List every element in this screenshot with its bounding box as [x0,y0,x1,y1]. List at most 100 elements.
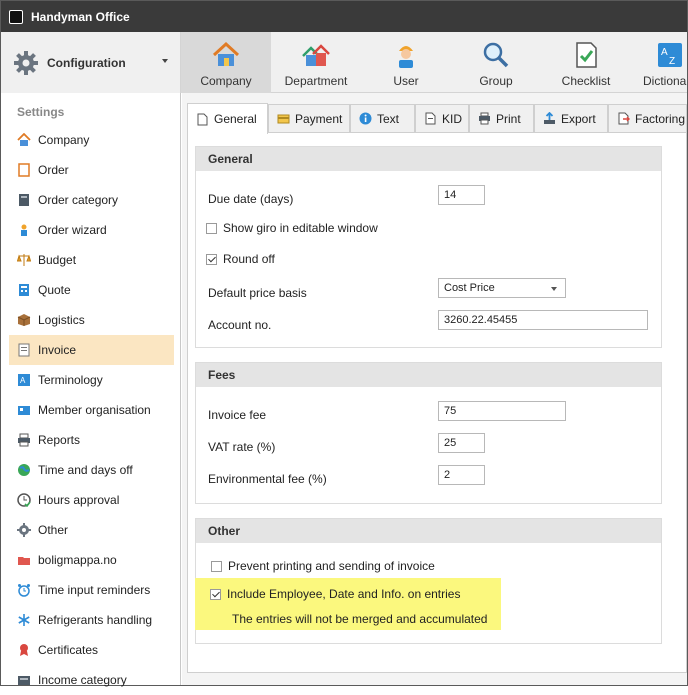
ribbon-tab-company[interactable]: Company [181,32,271,93]
payment-icon [277,114,290,124]
sidebar-item-order[interactable]: Order [9,155,174,185]
checkbox-label: Prevent printing and sending of invoice [228,559,435,573]
environmental-fee-input[interactable]: 2 [438,465,485,485]
tab-label: General [214,112,257,126]
ribbon-tab-user[interactable]: User [361,32,451,93]
settings-sidebar: Settings Company Order Order category Or… [1,93,181,687]
sidebar-item-boligmappa[interactable]: boligmappa.no [9,545,174,575]
invoice-icon [18,343,30,357]
tab-label: Text [377,111,400,126]
tab-factoring[interactable]: Factoring [608,104,687,132]
svg-text:A: A [661,47,668,58]
checkbox-box [210,588,221,600]
ribbon-tab-department[interactable]: Department [271,32,361,93]
sidebar-item-terminology[interactable]: A Terminology [9,365,174,395]
show-giro-checkbox[interactable]: Show giro in editable window [206,221,378,235]
house-icon [17,133,31,146]
clock-check-icon [17,493,31,507]
sidebar-item-time-and-days-off[interactable]: Time and days off [9,455,174,485]
terminology-icon: A [18,374,30,386]
checkbox-label: Show giro in editable window [223,221,378,235]
invoice-fee-input[interactable]: 75 [438,401,566,421]
export-icon [544,112,555,124]
sidebar-item-certificates[interactable]: Certificates [9,635,174,665]
window-title: Handyman Office [31,9,130,24]
round-off-checkbox[interactable]: Round off [206,252,275,266]
account-no-input[interactable]: 3260.22.45455 [438,310,648,330]
checkbox-label: Include Employee, Date and Info. on entr… [227,587,461,601]
sidebar-item-label: Refrigerants handling [38,613,153,627]
sidebar-item-logistics[interactable]: Logistics [9,305,174,335]
ribbon-tab-group[interactable]: Group [451,32,541,93]
ribbon: Configuration Company Department User Gr… [1,32,687,93]
title-bar: Handyman Office [1,1,687,32]
sidebar-item-refrigerants-handling[interactable]: Refrigerants handling [9,605,174,635]
app-window: Handyman Office Configuration Company De… [0,0,688,687]
general-group-heading: General [196,147,661,171]
sidebar-item-label: Certificates [38,643,99,657]
ribbon-tab-dictionary[interactable]: A Z Dictiona [631,32,687,93]
gear-icon [17,523,31,537]
sidebar-item-company[interactable]: Company [9,125,174,155]
include-employee-checkbox[interactable]: Include Employee, Date and Info. on entr… [210,587,460,601]
tab-general[interactable]: General [187,103,268,134]
checkbox-box [206,222,217,234]
vat-rate-input[interactable]: 25 [438,433,485,453]
general-group: General Due date (days) 14 Show giro in … [195,146,662,348]
ribbon-tab-label: Company [200,74,252,88]
sidebar-item-quote[interactable]: Quote [9,275,174,305]
tab-export[interactable]: Export [534,104,608,132]
tab-label: Print [496,111,521,126]
sidebar-item-budget[interactable]: Budget [9,245,174,275]
boligmappa-icon [18,557,30,565]
invoice-tabs: General Payment Text KID Print Export Fa… [187,103,687,134]
price-basis-label: Default price basis [208,286,307,300]
info-icon [359,112,372,125]
printer-icon [18,433,30,447]
configuration-dropdown[interactable]: Configuration [1,32,181,93]
due-date-input[interactable]: 14 [438,185,485,205]
tab-print[interactable]: Print [469,104,534,132]
order-icon [18,163,30,177]
ribbon-tab-label: Group [479,74,513,88]
sidebar-item-member-organisation[interactable]: Member organisation [9,395,174,425]
fees-group-heading: Fees [196,363,661,387]
prevent-printing-checkbox[interactable]: Prevent printing and sending of invoice [211,559,435,573]
sidebar-item-hours-approval[interactable]: Hours approval [9,485,174,515]
sidebar-item-label: Income category [38,673,127,687]
sidebar-item-order-category[interactable]: Order category [9,185,174,215]
svg-text:A: A [20,376,26,385]
sidebar-item-label: Order [38,163,69,177]
sidebar-item-label: Time input reminders [38,583,151,597]
wizard-icon [21,224,27,236]
sidebar-item-label: Reports [38,433,81,447]
sidebar-item-label: Order category [38,193,119,207]
price-basis-select[interactable]: Cost Price [438,278,566,298]
sidebar-item-income-category[interactable]: Income category [9,665,174,695]
sidebar-item-label: Other [38,523,69,537]
tab-kid[interactable]: KID [415,104,469,132]
due-date-label: Due date (days) [208,192,294,206]
ribbon-tab-checklist[interactable]: Checklist [541,32,631,93]
sidebar-item-label: Quote [38,283,71,297]
ribbon-tab-label: Department [284,74,348,88]
sidebar-item-other[interactable]: Other [9,515,174,545]
sidebar-item-reports[interactable]: Reports [9,425,174,455]
sidebar-item-invoice[interactable]: Invoice [9,335,174,365]
tab-payment[interactable]: Payment [268,104,350,132]
sidebar-item-time-input-reminders[interactable]: Time input reminders [9,575,174,605]
tab-label: Export [561,111,596,126]
app-icon [9,9,23,24]
certificate-icon [20,644,28,656]
sidebar-item-label: Order wizard [38,223,107,237]
sidebar-item-order-wizard[interactable]: Order wizard [9,215,174,245]
tab-text[interactable]: Text [350,104,415,132]
magnifier-icon [483,42,509,68]
tab-label: Payment [295,111,343,126]
price-basis-value: Cost Price [444,282,495,294]
account-no-label: Account no. [208,318,272,332]
sidebar-item-label: Logistics [38,313,85,327]
globe-icon [18,464,30,476]
checkbox-label: Round off [223,252,275,266]
sidebar-item-label: Hours approval [38,493,120,507]
